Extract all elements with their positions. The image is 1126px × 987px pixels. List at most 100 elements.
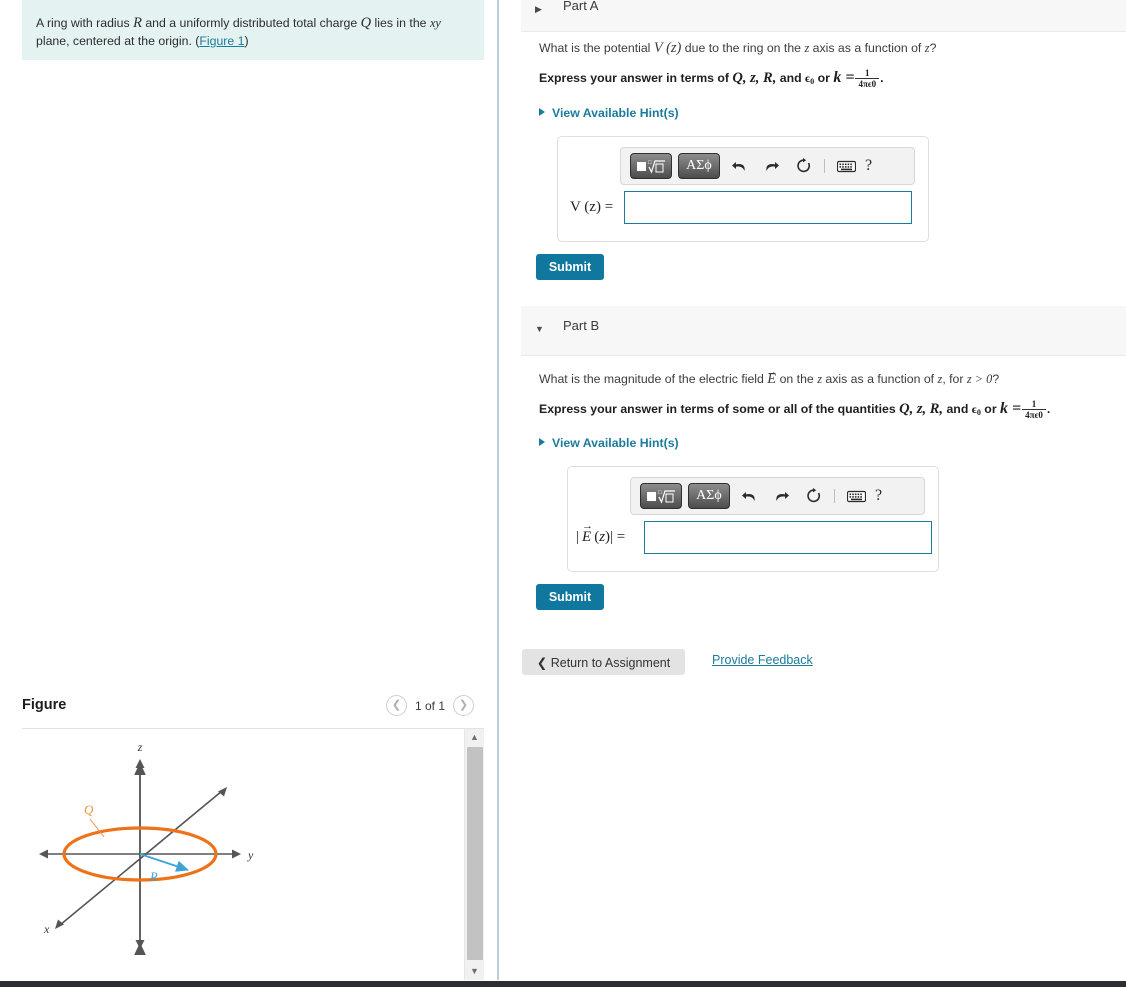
math-help-button[interactable]: ? <box>865 157 872 175</box>
part-a-hints-label: View Available Hint(s) <box>552 106 679 120</box>
scrollbar-thumb[interactable] <box>467 747 483 960</box>
part-a-answer-label: V (z) = <box>570 199 614 215</box>
part-a-question-symbol: V (z) <box>653 40 682 56</box>
part-b-instr-and: and <box>943 402 972 417</box>
axis-y: y <box>39 848 254 862</box>
problem-text-4: plane, centered at the origin. ( <box>36 34 200 48</box>
svg-text:□: □ <box>648 160 652 166</box>
radius-label-R: R <box>149 870 158 884</box>
ring-charge-diagram: z y x Q R <box>39 740 254 956</box>
part-b-instr-pre: Express your answer in terms of some or … <box>539 402 900 417</box>
undo-icon[interactable] <box>736 483 762 509</box>
part-b-answer-input[interactable] <box>644 521 932 554</box>
problem-text-3: lies in the <box>371 16 430 30</box>
part-a-answer-input[interactable] <box>624 191 912 224</box>
problem-symbol-Q: Q <box>360 15 372 31</box>
part-b-hints-label: View Available Hint(s) <box>552 436 679 450</box>
part-a-instr-pre: Express your answer in terms of <box>539 71 733 86</box>
part-b-instr-end: . <box>1046 402 1051 417</box>
part-a-instr-and: and <box>776 71 806 86</box>
fraction-denominator: 4πϵ0 <box>855 78 880 89</box>
fraction-numerator: 1 <box>1031 399 1037 409</box>
svg-text:□: □ <box>658 490 662 496</box>
problem-text-2: and a uniformly distributed total charge <box>141 16 361 30</box>
part-b-header[interactable]: ▼ Part B <box>521 306 1126 356</box>
figure-page-count: 1 of 1 <box>414 698 445 713</box>
part-a-instruction: Express your answer in terms of Q, z, R,… <box>539 68 884 90</box>
problem-symbol-R: R <box>133 15 142 31</box>
part-a-question-end: ? <box>929 41 937 55</box>
part-a-answer-box: □ ΑΣϕ ? V (z) = <box>557 136 929 242</box>
reset-icon[interactable] <box>800 483 826 509</box>
part-b-hints-link[interactable]: View Available Hint(s) <box>539 436 679 450</box>
part-a-header[interactable]: ▶ Part A <box>521 0 1126 32</box>
part-a-instr-fraction: 1 4πϵ0 <box>855 68 880 89</box>
figure-1-link[interactable]: Figure 1 <box>199 34 244 48</box>
figure-pager: ❮ 1 of 1 ❯ <box>385 695 474 716</box>
math-help-button[interactable]: ? <box>875 487 882 505</box>
part-b-instr-or: or <box>980 402 1001 417</box>
template-key-button[interactable]: □ <box>640 483 682 509</box>
part-a-question-mid: due to the ring on the <box>681 41 805 55</box>
reset-icon[interactable] <box>790 153 816 179</box>
part-b-submit-button[interactable]: Submit <box>536 584 604 610</box>
greek-symbols-button[interactable]: ΑΣϕ <box>688 483 730 509</box>
caret-down-icon[interactable]: ▼ <box>535 324 544 334</box>
part-a-math-toolbar: □ ΑΣϕ ? <box>620 147 915 185</box>
part-a-question-pre: What is the potential <box>539 41 654 55</box>
undo-icon[interactable] <box>726 153 752 179</box>
axis-label-x: x <box>43 922 50 936</box>
axis-x: x <box>43 787 227 936</box>
part-a-label: Part A <box>563 0 599 13</box>
axis-label-y: y <box>247 848 254 862</box>
return-to-assignment-button[interactable]: ❮ Return to Assignment <box>522 649 685 675</box>
keyboard-icon[interactable] <box>843 483 869 509</box>
redo-icon[interactable] <box>768 483 794 509</box>
scroll-up-icon[interactable]: ▲ <box>465 729 484 746</box>
part-a-question-mid2: axis as a function of <box>809 41 925 55</box>
part-b-answer-box: □ ΑΣϕ ? | → E (z)| = <box>567 466 939 572</box>
problem-text-5: ) <box>244 34 249 48</box>
radius-arrow <box>139 853 189 872</box>
part-b-question-mid: on the <box>776 372 818 386</box>
part-a-instr-end: . <box>880 71 884 86</box>
caret-right-icon <box>539 438 545 446</box>
mastering-physics-problem-page: A ring with radius R and a uniformly dis… <box>0 0 1126 987</box>
provide-feedback-link[interactable]: Provide Feedback <box>712 653 813 667</box>
part-a-submit-button[interactable]: Submit <box>536 254 604 280</box>
axis-label-z: z <box>137 740 143 754</box>
part-b-math-toolbar: □ ΑΣϕ ? <box>630 477 925 515</box>
keyboard-icon[interactable] <box>833 153 859 179</box>
caret-right-icon <box>539 108 545 116</box>
part-a-instr-k: k = <box>833 69 855 87</box>
figure-header: Figure ❮ 1 of 1 ❯ <box>22 692 484 728</box>
caret-right-icon[interactable]: ▶ <box>535 4 542 15</box>
figure-scrollbar[interactable]: ▲ ▼ <box>464 729 484 980</box>
part-b-question-pre: What is the magnitude of the electric fi… <box>539 372 768 386</box>
scroll-down-icon[interactable]: ▼ <box>465 963 484 980</box>
part-b-question-mid2: axis as a function of <box>821 372 938 386</box>
part-a-hints-link[interactable]: View Available Hint(s) <box>539 106 679 120</box>
fraction-denominator: 4πϵ0 <box>1022 409 1046 420</box>
template-key-button[interactable]: □ <box>630 153 672 179</box>
problem-statement-text: A ring with radius R and a uniformly dis… <box>36 14 468 50</box>
charge-label-Q: Q <box>84 802 94 817</box>
left-pane: A ring with radius R and a uniformly dis… <box>0 0 497 980</box>
part-b-question-symbol: → E <box>766 366 778 387</box>
axis-z: z <box>134 740 146 956</box>
figure-next-button[interactable]: ❯ <box>453 695 474 716</box>
part-b-instruction: Express your answer in terms of some or … <box>539 399 1050 421</box>
figure-body: z y x Q R ▲ ▼ <box>22 729 484 980</box>
part-b-instr-k: k = <box>1000 400 1022 418</box>
part-b-label: Part B <box>563 318 600 333</box>
part-b-question-end: ? <box>992 372 1000 386</box>
problem-symbol-xy: xy <box>429 16 441 30</box>
return-to-assignment-label: Return to Assignment <box>550 655 671 670</box>
part-a-question: What is the potential V (z) due to the r… <box>539 40 936 57</box>
part-a-instr-vars: Q, z, R, <box>732 70 777 87</box>
greek-symbols-button[interactable]: ΑΣϕ <box>678 153 720 179</box>
redo-icon[interactable] <box>758 153 784 179</box>
part-b-answer-label: | → E (z)| = <box>576 520 626 545</box>
figure-prev-button[interactable]: ❮ <box>385 695 407 716</box>
figure-title: Figure <box>22 697 67 713</box>
